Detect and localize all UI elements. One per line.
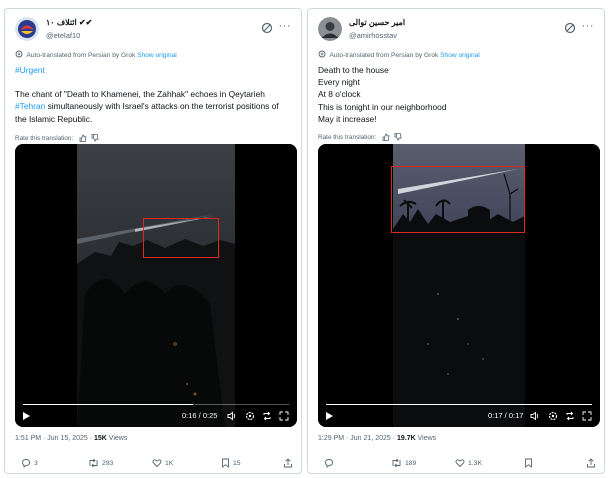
highlight-box <box>391 166 525 233</box>
like-button[interactable]: 1.3K <box>455 458 482 468</box>
settings-gear-icon[interactable] <box>548 411 558 421</box>
hashtag-link[interactable]: #Urgent <box>15 64 289 76</box>
share-icon <box>284 458 292 468</box>
share-icon <box>587 458 595 468</box>
post-meta: 1:29 PM · Jun 21, 2025 · 19.7K Views <box>318 435 436 442</box>
more-options-icon[interactable]: ··· <box>582 20 595 32</box>
post-text-part1: The chant of "Death to Khamenei, the Zah… <box>15 89 265 100</box>
highlight-box <box>143 218 219 258</box>
repost-button[interactable]: 293 <box>88 458 113 468</box>
heart-icon <box>455 459 465 468</box>
author-handle[interactable]: @amirhosstav <box>349 31 397 40</box>
repost-icon <box>392 458 401 468</box>
reply-button[interactable]: 3 <box>21 458 38 468</box>
video-time: 0:17 / 0:17 <box>488 411 524 420</box>
translation-note: Auto-translated from Persian by Grok <box>26 52 136 59</box>
repost-count: 189 <box>405 460 417 467</box>
author-name[interactable]: ائتلاف ۱۰ ✔✔ <box>46 18 92 27</box>
fullscreen-icon[interactable] <box>582 411 592 421</box>
action-bar: 189 1.3K <box>318 458 595 472</box>
views-label: Views <box>106 435 128 442</box>
post-timestamp[interactable]: 1:51 PM · Jun 15, 2025 · <box>15 435 94 442</box>
video-frame <box>15 144 297 427</box>
video-time: 0:16 / 0:25 <box>182 411 218 420</box>
repost-icon <box>89 458 98 468</box>
bookmark-icon <box>525 458 532 468</box>
views-label: Views <box>415 435 437 442</box>
more-options-icon[interactable]: ··· <box>279 20 292 32</box>
bookmark-icon <box>222 458 229 468</box>
post-card: ائتلاف ۱۰ ✔✔ @etelaf10 ··· Auto-translat… <box>4 8 302 474</box>
reply-count: 3 <box>34 460 38 467</box>
share-button[interactable] <box>586 458 599 468</box>
post-line: This is tonight in our neighborhood <box>318 101 447 112</box>
post-line: Death to the house <box>318 65 389 75</box>
grok-icon[interactable] <box>564 22 576 34</box>
grok-icon[interactable] <box>261 22 273 34</box>
reply-icon <box>325 459 333 468</box>
post-text: #Urgent The chant of "Death to Khamenei,… <box>15 64 289 125</box>
post-text-part2: simultaneously with Israel's attacks on … <box>15 101 279 124</box>
translate-icon <box>15 50 23 58</box>
video-player[interactable]: 0:16 / 0:25 <box>15 144 297 427</box>
play-icon[interactable] <box>325 411 334 421</box>
heart-icon <box>152 459 162 468</box>
rate-label: Rate this translation: <box>318 134 377 141</box>
rate-label: Rate this translation: <box>15 135 74 142</box>
rate-translation: Rate this translation: <box>15 134 99 142</box>
thumbs-up-icon[interactable] <box>382 133 390 141</box>
translation-note: Auto-translated from Persian by Grok <box>329 52 439 59</box>
thumbs-down-icon[interactable] <box>91 134 99 142</box>
translation-notice: Auto-translated from Persian by Grok Sho… <box>318 50 594 59</box>
settings-gear-icon[interactable] <box>245 411 255 421</box>
translation-notice: Auto-translated from Persian by Grok Sho… <box>15 50 291 59</box>
author-name[interactable]: امیر حسین توالی <box>349 18 405 27</box>
like-count: 1.3K <box>468 460 482 467</box>
fullscreen-icon[interactable] <box>279 411 289 421</box>
video-controls: 0:17 / 0:17 <box>318 405 600 427</box>
like-button[interactable]: 1K <box>152 458 173 468</box>
translate-icon <box>318 50 326 58</box>
show-original-link[interactable]: Show original <box>137 52 177 59</box>
post-line: Every night <box>318 77 360 88</box>
loop-icon[interactable] <box>565 411 575 421</box>
show-original-link[interactable]: Show original <box>440 52 480 59</box>
post-meta: 1:51 PM · Jun 15, 2025 · 15K Views <box>15 435 127 442</box>
repost-button[interactable]: 189 <box>391 458 416 468</box>
rate-translation: Rate this translation: <box>318 133 402 141</box>
post-line: At 8 o'clock <box>318 89 361 100</box>
volume-icon[interactable] <box>530 411 540 421</box>
bookmark-count: 15 <box>233 460 241 467</box>
thumbs-up-icon[interactable] <box>79 134 87 142</box>
bookmark-button[interactable] <box>524 458 536 468</box>
post-text: Death to the house Every night At 8 o'cl… <box>318 64 592 125</box>
avatar[interactable] <box>15 17 39 41</box>
repost-count: 293 <box>102 460 114 467</box>
bookmark-button[interactable]: 15 <box>221 458 241 468</box>
reply-icon <box>22 459 30 468</box>
view-count: 19.7K <box>397 435 416 442</box>
post-header: ائتلاف ۱۰ ✔✔ @etelaf10 ··· <box>15 17 291 45</box>
hashtag-tehran-link[interactable]: #Tehran <box>15 101 45 111</box>
share-button[interactable] <box>283 458 296 468</box>
loop-icon[interactable] <box>262 411 272 421</box>
like-count: 1K <box>165 460 174 467</box>
video-player[interactable]: 0:17 / 0:17 <box>318 144 600 427</box>
author-handle[interactable]: @etelaf10 <box>46 31 80 40</box>
volume-icon[interactable] <box>227 411 237 421</box>
thumbs-down-icon[interactable] <box>394 133 402 141</box>
post-line: May it increase! <box>318 113 377 124</box>
post-timestamp[interactable]: 1:29 PM · Jun 21, 2025 · <box>318 435 397 442</box>
post-card: امیر حسین توالی @amirhosstav ··· Auto-tr… <box>307 8 605 474</box>
post-header: امیر حسین توالی @amirhosstav ··· <box>318 17 594 45</box>
action-bar: 3 293 1K 15 <box>15 458 292 472</box>
play-icon[interactable] <box>22 411 31 421</box>
view-count: 15K <box>94 435 107 442</box>
avatar[interactable] <box>318 17 342 41</box>
reply-button[interactable] <box>324 458 337 468</box>
video-controls: 0:16 / 0:25 <box>15 405 297 427</box>
